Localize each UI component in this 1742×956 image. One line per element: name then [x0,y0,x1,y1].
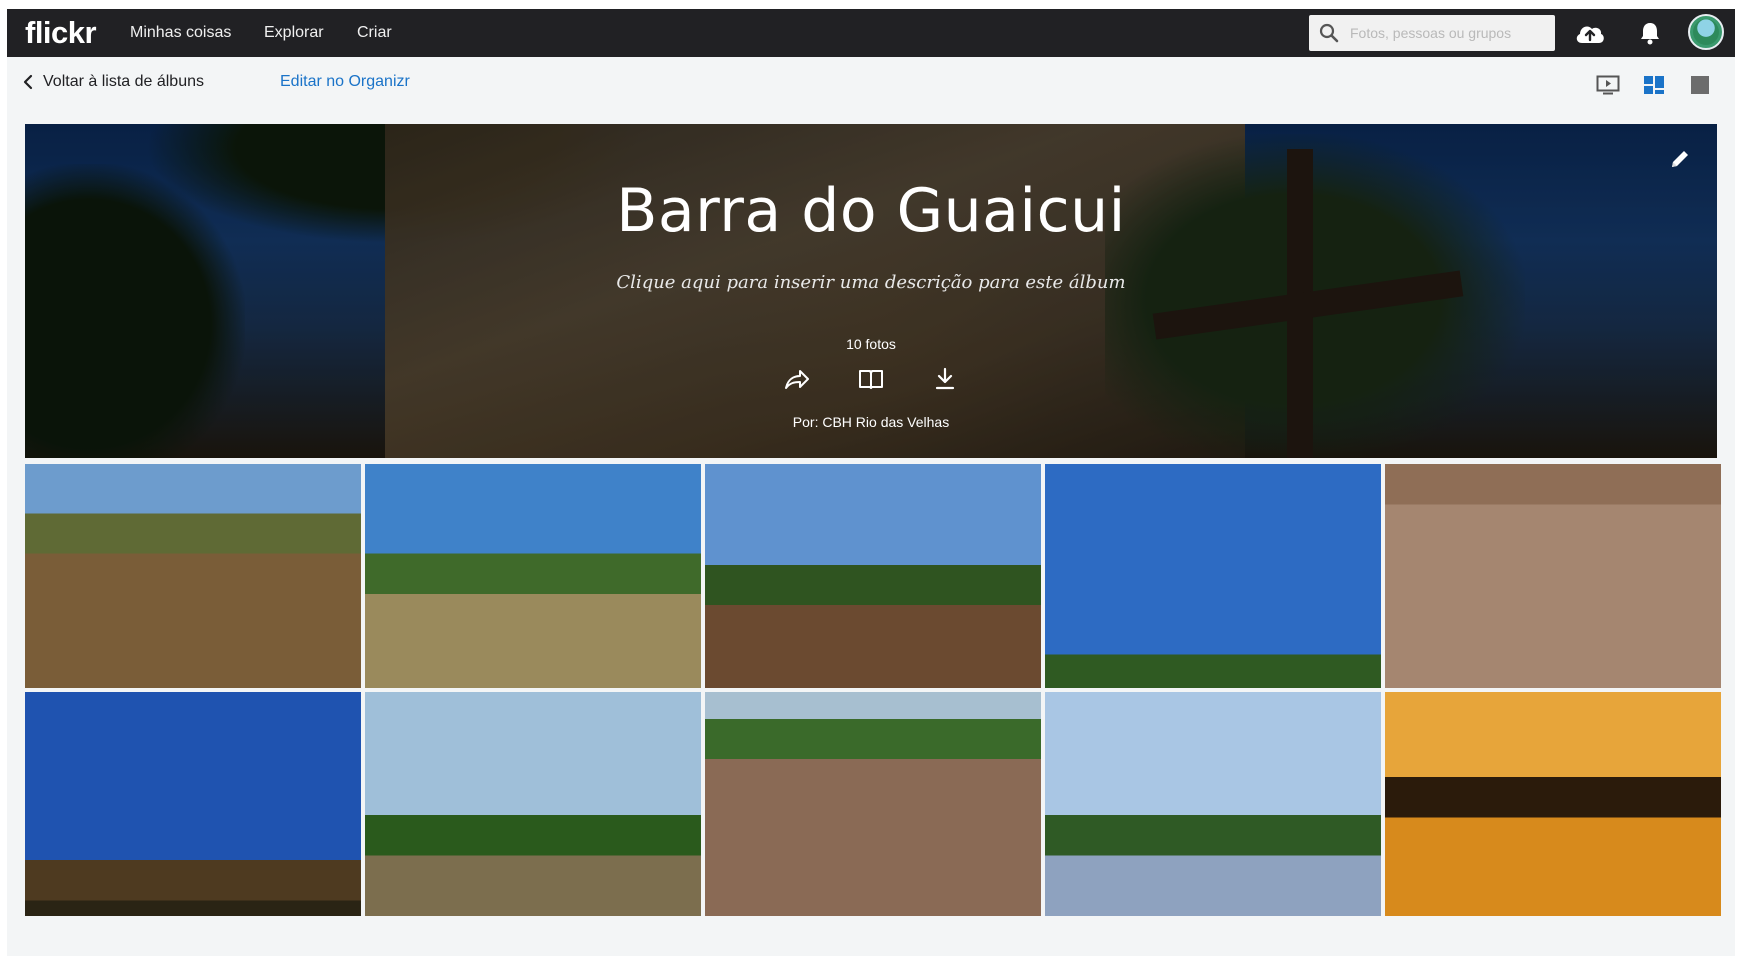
back-to-albums-link[interactable]: Voltar à lista de álbuns [23,73,204,91]
album-author[interactable]: Por: CBH Rio das Velhas [25,414,1717,430]
back-label: Voltar à lista de álbuns [43,73,204,90]
album-actions [25,364,1717,394]
avatar-logo-icon [1693,19,1719,45]
top-navigation: flickr Minhas coisas Explorar Criar [7,9,1735,57]
photo-thumbnail-river-clouds[interactable] [365,464,701,688]
search-input[interactable] [1348,24,1552,42]
search-box[interactable] [1309,15,1555,51]
album-toolbar: Voltar à lista de álbuns Editar no Organ… [7,57,1735,117]
photobook-icon[interactable] [856,364,886,394]
user-avatar[interactable] [1688,14,1724,50]
nav-explorar[interactable]: Explorar [264,24,324,42]
single-view-icon[interactable] [1686,71,1714,99]
photo-thumbnail-motorboat-river[interactable] [365,692,701,916]
chevron-left-icon [23,74,33,90]
album-cover: Barra do Guaicui Clique aqui para inseri… [25,124,1717,458]
photo-thumbnail-fishing-net[interactable] [1045,692,1381,916]
album-description[interactable]: Clique aqui para inserir uma descrição p… [25,272,1717,293]
search-icon[interactable] [1318,22,1340,44]
photo-count: 10 fotos [846,336,896,352]
photo-thumbnail-blue-boat-aerial[interactable] [705,692,1041,916]
notifications-bell-icon[interactable] [1633,17,1667,49]
photo-thumbnail-river-trees[interactable] [705,464,1041,688]
photo-thumbnail-sunset-river[interactable] [1385,692,1721,916]
album-title[interactable]: Barra do Guaicui [25,176,1717,246]
mosaic-view-icon[interactable] [1640,71,1668,99]
flickr-logo[interactable]: flickr [25,15,97,51]
photo-thumbnail-canoe-brown-water[interactable] [1385,464,1721,688]
download-icon[interactable] [930,364,960,394]
slideshow-icon[interactable] [1594,71,1622,99]
edit-in-organizr-link[interactable]: Editar no Organizr [280,73,410,91]
page: flickr Minhas coisas Explorar Criar Foto… [7,9,1735,956]
nav-minhas-coisas[interactable]: Minhas coisas [130,24,231,42]
nav-criar[interactable]: Criar [357,24,392,42]
upload-icon[interactable] [1573,17,1607,49]
photo-thumbnail-river-boat-bow[interactable] [25,464,361,688]
edit-pencil-icon[interactable] [1667,146,1693,172]
photo-thumbnail-ruined-church[interactable] [25,692,361,916]
share-icon[interactable] [782,364,812,394]
photo-thumbnail-big-tree[interactable] [1045,464,1381,688]
